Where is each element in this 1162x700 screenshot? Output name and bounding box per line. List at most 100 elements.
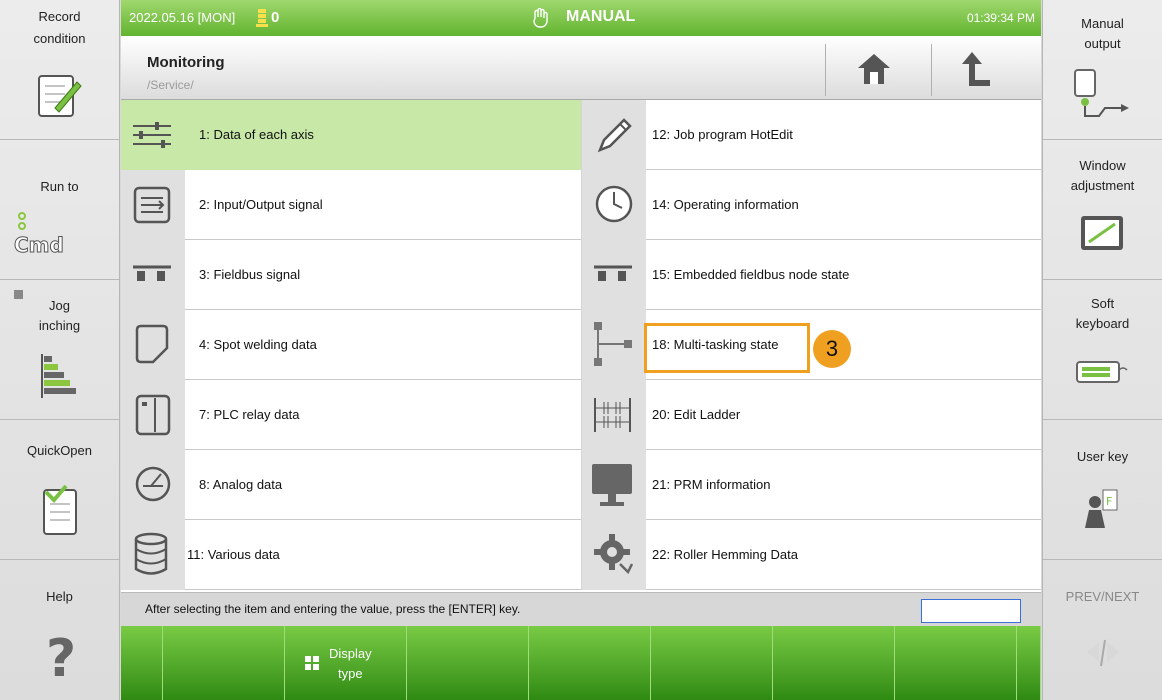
- display-type-label: Display type: [329, 646, 372, 681]
- menu-item-roller-hemming-data[interactable]: 22: Roller Hemming Data: [581, 520, 1041, 590]
- function-key-8[interactable]: [1017, 626, 1041, 700]
- svg-text:Cmd: Cmd: [14, 233, 64, 257]
- clock-icon: [595, 185, 633, 223]
- menu-item-label: 2: Input/Output signal: [199, 197, 323, 212]
- signal-tower-icon: [256, 9, 268, 27]
- menu-item-label: 11: Various data: [187, 547, 280, 562]
- window-adjustment-button[interactable]: Window adjustment: [1043, 140, 1162, 280]
- menu-row: 2: Input/Output signal 14: Operating inf…: [121, 170, 1041, 240]
- menu-item-label: 12: Job program HotEdit: [652, 127, 793, 142]
- fieldbus-icon: [133, 265, 171, 281]
- question-icon: ?: [46, 629, 76, 684]
- pencil-icon: [597, 118, 632, 153]
- menu-row: 1: Data of each axis 12: Job program Hot…: [121, 100, 1041, 170]
- help-label: Help: [46, 589, 73, 604]
- menu-item-spot-welding-data[interactable]: 4: Spot welding data: [121, 310, 581, 380]
- back-button[interactable]: [931, 44, 1027, 96]
- axis-sliders-icon: [133, 122, 171, 148]
- window-adjustment-label: Window adjustment: [1070, 158, 1135, 193]
- home-icon: [858, 54, 890, 84]
- help-button[interactable]: Help ?: [0, 560, 119, 700]
- menu-item-label: 1: Data of each axis: [199, 127, 314, 142]
- checklist-icon: [42, 484, 77, 535]
- svg-text:?: ?: [46, 629, 76, 684]
- value-input[interactable]: [921, 599, 1021, 623]
- plc-relay-icon: [135, 394, 171, 436]
- spot-welding-icon: [135, 324, 169, 364]
- display-type-button[interactable]: Display type: [285, 626, 407, 700]
- menu-item-embedded-fieldbus-node-state[interactable]: 15: Embedded fieldbus node state: [581, 240, 1041, 310]
- menu-item-label: 14: Operating information: [652, 197, 799, 212]
- menu-item-plc-relay-data[interactable]: 7: PLC relay data: [121, 380, 581, 450]
- record-condition-button[interactable]: Record condition: [0, 0, 119, 140]
- prev-next-icon: [1086, 639, 1119, 667]
- return-arrow-icon: [962, 52, 990, 86]
- manual-output-icon: [1073, 69, 1129, 117]
- quickopen-label: QuickOpen: [26, 443, 93, 458]
- multitask-icon: [594, 322, 632, 366]
- jog-inching-label: Jog inching: [38, 298, 81, 333]
- alarm-count: 0: [271, 9, 280, 26]
- home-button[interactable]: [825, 44, 921, 96]
- jog-indicator: [14, 290, 23, 299]
- run-to-label: Run to: [40, 179, 79, 194]
- main-area: 2022.05.16 [MON] 0 MANUAL 01:39:34 PM Mo…: [121, 0, 1041, 700]
- app-root: Record condition Run to Cmd Jog inching: [0, 0, 1162, 700]
- menu-item-input-output-signal[interactable]: 2: Input/Output signal: [121, 170, 581, 240]
- function-key-4[interactable]: [529, 626, 651, 700]
- menu-item-label: 21: PRM information: [652, 477, 771, 492]
- menu-item-label: 3: Fieldbus signal: [199, 267, 301, 282]
- function-key-7[interactable]: [895, 626, 1017, 700]
- page-header: Monitoring /Service/: [121, 36, 1041, 100]
- menu-item-job-program-hotedit[interactable]: 12: Job program HotEdit: [581, 100, 1041, 170]
- menu-item-operating-information[interactable]: 14: Operating information: [581, 170, 1041, 240]
- function-key-5[interactable]: [651, 626, 773, 700]
- time-display: 01:39:34 PM: [966, 11, 1035, 25]
- menu-row: 4: Spot welding data 18: Multi-tasking s…: [121, 310, 1041, 380]
- user-key-button[interactable]: User key F: [1043, 420, 1162, 560]
- left-panel: Record condition Run to Cmd Jog inching: [0, 0, 120, 700]
- menu-item-edit-ladder[interactable]: 20: Edit Ladder: [581, 380, 1041, 450]
- menu-row: 8: Analog data 21: PRM information: [121, 450, 1041, 520]
- monitor-icon: [592, 464, 632, 506]
- menu-item-analog-data[interactable]: 8: Analog data: [121, 450, 581, 520]
- menu-item-prm-information[interactable]: 21: PRM information: [581, 450, 1041, 520]
- quickopen-button[interactable]: QuickOpen: [0, 420, 119, 560]
- top-status-bar: 2022.05.16 [MON] 0 MANUAL 01:39:34 PM: [121, 0, 1041, 36]
- ladder-icon: [594, 398, 631, 432]
- menu-item-data-of-each-axis[interactable]: 1: Data of each axis: [121, 100, 581, 170]
- jog-inching-button[interactable]: Jog inching: [0, 280, 119, 420]
- prev-next-label: PREV/NEXT: [1065, 589, 1140, 604]
- grid-icon: [305, 656, 319, 670]
- function-key-6[interactable]: [773, 626, 895, 700]
- right-panel: Manual output Window adjustment Soft key…: [1042, 0, 1162, 700]
- menu-item-label: 8: Analog data: [199, 477, 283, 492]
- prev-next-button[interactable]: PREV/NEXT: [1043, 560, 1162, 700]
- menu-item-label: 4: Spot welding data: [199, 337, 317, 352]
- mode-indicator: MANUAL: [566, 8, 636, 25]
- hand-mode-icon: [533, 8, 548, 28]
- menu-item-various-data[interactable]: 11: Various data: [121, 520, 581, 590]
- function-key-0[interactable]: [121, 626, 163, 700]
- function-key-1[interactable]: [163, 626, 285, 700]
- record-notepad-icon: [37, 75, 82, 117]
- menu-item-multi-tasking-state[interactable]: 18: Multi-tasking state: [581, 310, 1041, 380]
- manual-output-button[interactable]: Manual output: [1043, 0, 1162, 140]
- menu-row: 3: Fieldbus signal 15: Embedded fieldbus…: [121, 240, 1041, 310]
- page-title: Monitoring: [147, 54, 225, 71]
- function-key-bar: Display type: [121, 626, 1041, 700]
- manual-output-label: Manual output: [1081, 16, 1124, 51]
- menu-item-fieldbus-signal[interactable]: 3: Fieldbus signal: [121, 240, 581, 310]
- database-icon: [134, 532, 168, 575]
- gear-icon: [594, 534, 634, 575]
- fieldbus-node-icon: [594, 265, 632, 281]
- function-key-3[interactable]: [407, 626, 529, 700]
- status-message: After selecting the item and entering th…: [145, 602, 521, 616]
- run-to-button[interactable]: Run to Cmd: [0, 140, 119, 280]
- menu-row: 7: PLC relay data 20: Edit Ladder: [121, 380, 1041, 450]
- step-badge: 3: [813, 330, 851, 368]
- soft-keyboard-button[interactable]: Soft keyboard: [1043, 280, 1162, 420]
- soft-keyboard-label: Soft keyboard: [1075, 296, 1130, 331]
- status-bar: After selecting the item and entering th…: [121, 592, 1041, 626]
- date-display: 2022.05.16 [MON]: [129, 10, 236, 25]
